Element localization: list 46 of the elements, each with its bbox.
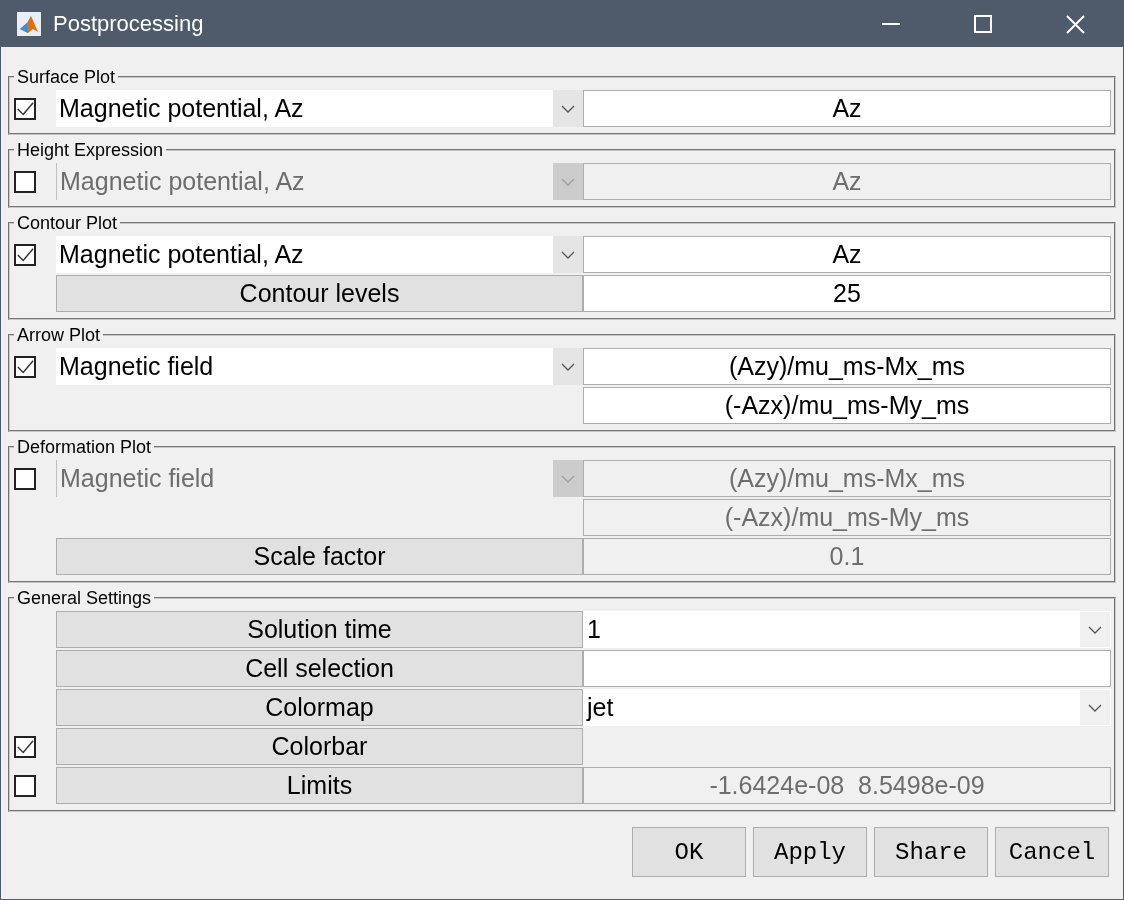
dialog-button[interactable]: Cancel	[995, 827, 1109, 877]
dialog-button[interactable]: Share	[874, 827, 988, 877]
input-field[interactable]: 25	[583, 275, 1111, 312]
caret-icon	[561, 250, 575, 259]
dropdown[interactable]: Magnetic potential, Az	[56, 236, 583, 273]
dropdown[interactable]: Magnetic potential, Az	[56, 90, 583, 127]
dialog-button[interactable]: OK	[632, 827, 746, 877]
window-title: Postprocessing	[53, 11, 204, 37]
caret-icon	[1088, 703, 1102, 712]
app-logo-icon	[17, 12, 41, 36]
checkbox[interactable]	[14, 243, 36, 266]
input-field[interactable]: Az	[583, 236, 1111, 273]
input-field[interactable]	[583, 650, 1111, 687]
dropdown[interactable]: Magnetic field	[56, 348, 583, 385]
dropdown[interactable]: 1	[583, 611, 1111, 648]
row-label: Scale factor	[56, 538, 583, 575]
row-label: Cell selection	[56, 650, 583, 687]
checkbox[interactable]	[14, 170, 36, 193]
input-field[interactable]: (Azy)/mu_ms-Mx_ms	[583, 348, 1111, 385]
checkbox[interactable]	[14, 355, 36, 378]
caret-icon	[561, 104, 575, 113]
input-field[interactable]: (-Azx)/mu_ms-My_ms	[583, 387, 1111, 424]
group-title: Arrow Plot	[16, 325, 102, 345]
checkbox[interactable]	[14, 774, 36, 797]
dialog-button[interactable]: Apply	[753, 827, 867, 877]
row-label: Contour levels	[56, 275, 583, 312]
row-label: Solution time	[56, 611, 583, 648]
group-title: Deformation Plot	[16, 437, 153, 457]
checkbox[interactable]	[14, 735, 36, 758]
group-title: Contour Plot	[16, 213, 119, 233]
input-field[interactable]: Az	[583, 90, 1111, 127]
row-label: Limits	[56, 767, 583, 804]
checkbox[interactable]	[14, 467, 36, 490]
row-label: Colormap	[56, 689, 583, 726]
caret-icon	[1088, 625, 1102, 634]
caret-icon	[561, 474, 575, 483]
row-label: Colorbar	[56, 728, 583, 765]
group-title: Surface Plot	[16, 67, 117, 87]
caret-icon	[561, 177, 575, 186]
group-title: Height Expression	[16, 140, 165, 160]
caret-icon	[561, 362, 575, 371]
close-icon[interactable]	[1066, 14, 1085, 34]
dropdown[interactable]: jet	[583, 689, 1111, 726]
group-title: General Settings	[16, 588, 153, 608]
maximize-icon[interactable]	[974, 15, 992, 33]
checkbox[interactable]	[14, 97, 36, 120]
